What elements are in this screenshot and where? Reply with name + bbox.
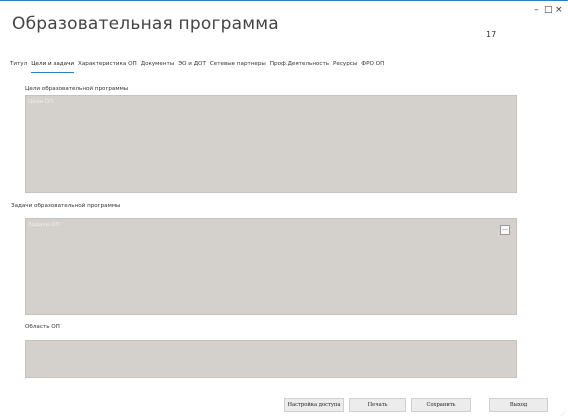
goals-placeholder: Цели ОП <box>28 99 54 105</box>
area-textarea[interactable] <box>25 340 517 378</box>
minimize-icon[interactable]: – <box>534 5 539 15</box>
print-button[interactable]: Печать <box>349 398 406 412</box>
tab-goals-and-tasks[interactable]: Цели и задачи <box>31 61 75 73</box>
tab-bar: Титул Цели и задачи Характеристика ОП Докум… <box>10 50 388 73</box>
window-title: Образовательная программа <box>12 14 279 34</box>
tab-characteristics[interactable]: Характеристика ОП <box>78 61 137 72</box>
area-label: Область ОП <box>25 324 60 330</box>
tab-network-partners[interactable]: Сетевые партнеры <box>210 61 266 72</box>
tasks-placeholder: Задачи ОП <box>28 222 60 228</box>
tab-resources[interactable]: Ресурсы <box>333 61 357 72</box>
tab-prof-activity[interactable]: Проф.Деятельность <box>270 61 329 72</box>
exit-button[interactable]: Выход <box>489 398 548 412</box>
maximize-icon[interactable]: □ <box>544 5 553 15</box>
tasks-ellipsis-button[interactable]: ... <box>500 225 510 235</box>
tab-eo-dot[interactable]: ЭО и ДОТ <box>178 61 206 72</box>
tasks-label: Задачи образовательной программы <box>11 203 121 209</box>
access-settings-button[interactable]: Настройка доступа <box>284 398 344 412</box>
tab-titul[interactable]: Титул <box>10 61 27 72</box>
record-number: 17 <box>486 30 497 39</box>
goals-textarea[interactable]: Цели ОП <box>25 95 517 193</box>
goals-label: Цели образовательной программы <box>25 86 129 92</box>
save-button[interactable]: Сохранить <box>411 398 471 412</box>
tab-documents[interactable]: Документы <box>141 61 174 72</box>
resize-grip-icon[interactable]: ⋰ <box>561 411 566 417</box>
window-top-border <box>0 0 568 1</box>
close-icon[interactable]: × <box>555 5 563 15</box>
tasks-textarea[interactable]: Задачи ОП ... <box>25 218 517 315</box>
tab-fro-op[interactable]: ФРО ОП <box>361 61 384 72</box>
